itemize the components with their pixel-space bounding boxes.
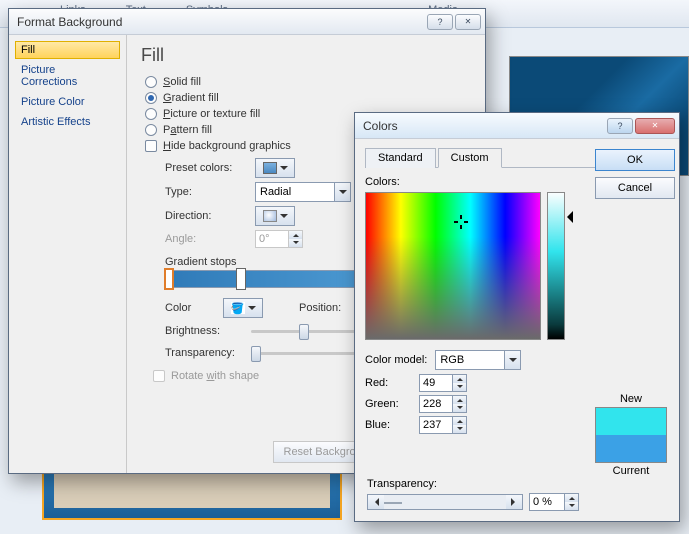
transparency-slider[interactable] [251, 344, 361, 362]
tab-custom[interactable]: Custom [438, 148, 502, 168]
gradient-stops-track[interactable] [165, 270, 355, 288]
spin-up-icon[interactable] [453, 396, 466, 404]
tab-standard[interactable]: Standard [365, 148, 436, 168]
label-gradient-fill: Gradient fill [163, 92, 219, 104]
checkbox-rotate [153, 370, 165, 382]
paint-bucket-icon: 🪣 [231, 302, 245, 314]
spin-down-icon[interactable] [565, 502, 578, 510]
color-spectrum[interactable] [365, 192, 541, 340]
color-dropdown[interactable]: 🪣 [223, 298, 263, 318]
label-preset-colors: Preset colors: [165, 162, 247, 174]
label-transparency: Transparency: [367, 478, 579, 490]
current-color-swatch [596, 435, 666, 462]
brightness-slider[interactable] [251, 322, 361, 340]
radio-pattern-fill[interactable] [145, 124, 157, 136]
type-combo[interactable]: Radial [255, 182, 351, 202]
label-angle: Angle: [165, 233, 247, 245]
label-current: Current [595, 465, 667, 477]
close-icon[interactable] [635, 118, 675, 134]
green-spinner[interactable] [419, 395, 467, 413]
green-input[interactable] [419, 395, 453, 413]
label-hide-bg: Hide background graphics [163, 140, 291, 152]
label-pattern-fill: Pattern fill [163, 124, 212, 136]
checkbox-hide-bg[interactable] [145, 140, 157, 152]
label-type: Type: [165, 186, 247, 198]
label-new: New [595, 393, 667, 405]
gradient-stop-2[interactable] [236, 268, 246, 290]
type-value: Radial [260, 186, 291, 198]
spin-down-icon[interactable] [453, 383, 466, 391]
red-input[interactable] [419, 374, 453, 392]
label-picture-fill: Picture or texture fill [163, 108, 260, 120]
label-red: Red: [365, 377, 413, 389]
category-picture-corrections[interactable]: Picture Corrections [15, 61, 120, 91]
new-color-swatch [596, 408, 666, 435]
category-list: Fill Picture Corrections Picture Color A… [9, 35, 127, 473]
transparency-input[interactable] [529, 493, 565, 511]
spin-down-icon[interactable] [453, 404, 466, 412]
preset-colors-dropdown[interactable] [255, 158, 295, 178]
spin-down-icon[interactable] [453, 425, 466, 433]
chevron-down-icon[interactable] [334, 183, 350, 201]
titlebar[interactable]: Format Background [9, 9, 485, 35]
spectrum-cursor-icon[interactable] [454, 215, 468, 229]
spin-up-icon[interactable] [453, 375, 466, 383]
pane-heading: Fill [141, 45, 471, 66]
label-green: Green: [365, 398, 413, 410]
transparency-scrollbar[interactable] [367, 494, 523, 510]
label-rotate: Rotate with shape [171, 370, 259, 382]
radio-picture-fill[interactable] [145, 108, 157, 120]
spin-up-icon[interactable] [565, 494, 578, 502]
label-transparency: Transparency: [165, 347, 243, 359]
luminance-arrow-icon[interactable] [561, 211, 573, 223]
dialog-title: Colors [363, 119, 605, 133]
close-icon[interactable] [455, 14, 481, 30]
color-model-value: RGB [440, 354, 464, 366]
gradient-stop-1[interactable] [164, 268, 174, 290]
dialog-title: Format Background [17, 15, 425, 29]
blue-input[interactable] [419, 416, 453, 434]
help-button[interactable] [607, 118, 633, 134]
new-current-swatch [595, 407, 667, 463]
label-position: Position: [299, 302, 349, 314]
label-color: Color [165, 302, 215, 314]
label-brightness: Brightness: [165, 325, 243, 337]
color-model-combo[interactable]: RGB [435, 350, 521, 370]
cancel-button[interactable]: Cancel [595, 177, 675, 199]
label-color-model: Color model: [365, 354, 427, 366]
blue-spinner[interactable] [419, 416, 467, 434]
ok-button[interactable]: OK [595, 149, 675, 171]
label-blue: Blue: [365, 419, 413, 431]
titlebar[interactable]: Colors [355, 113, 679, 139]
scroll-right-icon[interactable] [506, 495, 522, 509]
chevron-down-icon[interactable] [504, 351, 520, 369]
radio-gradient-fill[interactable] [145, 92, 157, 104]
direction-dropdown[interactable] [255, 206, 295, 226]
label-direction: Direction: [165, 210, 247, 222]
transparency-spinner[interactable] [529, 493, 579, 511]
label-solid-fill: Solid fill [163, 76, 201, 88]
category-picture-color[interactable]: Picture Color [15, 93, 120, 111]
category-fill[interactable]: Fill [15, 41, 120, 59]
scroll-left-icon[interactable] [368, 495, 384, 509]
red-spinner[interactable] [419, 374, 467, 392]
radio-solid-fill[interactable] [145, 76, 157, 88]
angle-input [255, 230, 289, 248]
spin-up-icon[interactable] [453, 417, 466, 425]
category-artistic-effects[interactable]: Artistic Effects [15, 113, 120, 131]
colors-dialog: Colors OK Cancel Standard Custom Colors:… [354, 112, 680, 522]
help-button[interactable] [427, 14, 453, 30]
angle-spinner [255, 230, 303, 248]
